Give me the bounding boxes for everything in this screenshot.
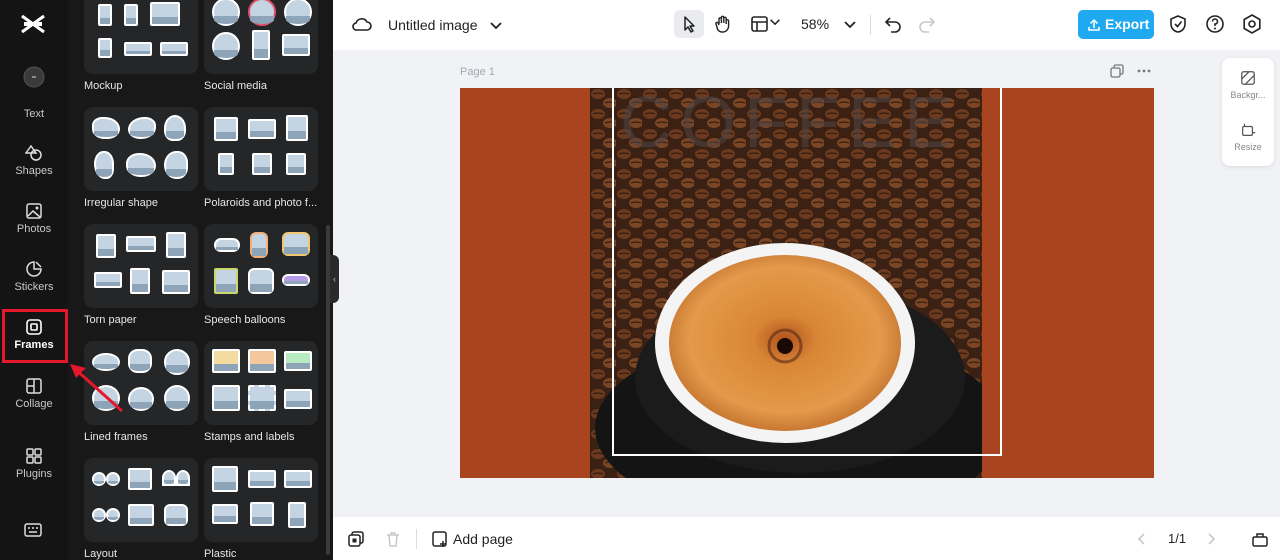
hand-tool-icon[interactable] — [712, 13, 734, 35]
category-torn-paper[interactable]: Torn paper — [84, 224, 198, 326]
frames-highlight-box — [2, 309, 68, 363]
text-icon — [23, 66, 45, 88]
rail-item-text[interactable]: Text — [0, 66, 68, 120]
annotation-arrow-icon — [70, 364, 124, 413]
rail-item-photos[interactable]: Photos — [0, 198, 68, 250]
category-thumb — [204, 0, 318, 74]
upload-icon — [1088, 18, 1100, 31]
background-icon — [1241, 71, 1255, 85]
page-label: Page 1 — [460, 66, 495, 78]
rail-item-plugins[interactable]: Plugins — [0, 443, 68, 495]
select-tool-button[interactable] — [674, 10, 704, 38]
fit-screen-icon[interactable] — [1251, 530, 1269, 548]
rail-label-shapes: Shapes — [15, 165, 53, 177]
rail-label-plugins: Plugins — [15, 468, 53, 480]
category-irregular-shape[interactable]: Irregular shape — [84, 107, 198, 209]
category-stamps-and-labels[interactable]: Stamps and labels — [204, 341, 318, 443]
document-title[interactable]: Untitled image — [388, 17, 478, 33]
delete-page-icon[interactable] — [384, 530, 402, 548]
pointer-icon — [684, 16, 695, 33]
category-thumb — [84, 458, 198, 542]
plugins-icon — [26, 448, 42, 464]
shield-icon[interactable] — [1167, 13, 1189, 35]
rail-label-photos: Photos — [16, 223, 52, 235]
app-logo-icon[interactable] — [19, 12, 47, 36]
previous-page-icon[interactable] — [1135, 532, 1149, 546]
export-label: Export — [1105, 16, 1150, 32]
layers-icon[interactable] — [347, 530, 365, 548]
category-social-media[interactable]: Social media — [204, 0, 318, 92]
duplicate-page-icon[interactable] — [1110, 64, 1124, 78]
category-thumb — [84, 107, 198, 191]
resize-icon — [1242, 123, 1256, 136]
left-rail: Text Shapes Photos Stickers Frames Colla… — [0, 0, 68, 560]
resize-tool[interactable]: Resize — [1222, 122, 1274, 152]
page-indicator: 1/1 — [1168, 531, 1187, 546]
category-label: Social media — [204, 80, 267, 92]
collage-icon — [26, 378, 42, 394]
canvas-artboard[interactable]: COFFEE — [460, 88, 1154, 478]
bottom-divider — [416, 529, 417, 549]
rail-item-collage[interactable]: Collage — [0, 373, 68, 425]
rail-item-stickers[interactable]: Stickers — [0, 256, 68, 308]
shapes-icon — [25, 144, 42, 161]
category-label: Layout — [84, 548, 118, 560]
category-label: Lined frames — [84, 431, 148, 443]
rail-label-text: Text — [23, 108, 45, 120]
zoom-chevron-down-icon[interactable] — [839, 13, 861, 35]
frames-panel: Mockup Social media Irregular shape Pola… — [68, 0, 333, 560]
rail-item-shapes[interactable]: Shapes — [0, 140, 68, 192]
next-page-icon[interactable] — [1204, 532, 1218, 546]
category-label: Plastic — [204, 548, 237, 560]
rail-label-stickers: Stickers — [14, 281, 54, 293]
undo-icon[interactable] — [882, 13, 904, 35]
category-polaroids[interactable]: Polaroids and photo f... — [204, 107, 318, 209]
category-thumb — [204, 224, 318, 308]
category-thumb — [204, 341, 318, 425]
category-plastic[interactable]: Plastic — [204, 458, 318, 560]
zoom-level[interactable]: 58% — [801, 16, 829, 32]
category-thumb — [204, 107, 318, 191]
bottom-bar: Add page 1/1 — [333, 517, 1280, 560]
settings-icon[interactable] — [1241, 13, 1263, 35]
layout-chevron-down-icon[interactable] — [767, 14, 783, 30]
category-thumb — [84, 0, 198, 74]
export-button[interactable]: Export — [1078, 10, 1154, 39]
add-page-icon — [432, 531, 447, 547]
add-page-label: Add page — [453, 531, 513, 547]
category-label: Irregular shape — [84, 197, 158, 209]
top-bar: Untitled image 58% Export — [333, 0, 1280, 50]
toolbar-divider — [870, 15, 871, 35]
category-label: Stamps and labels — [204, 431, 295, 443]
category-mockup[interactable]: Mockup — [84, 0, 198, 92]
chevron-down-icon[interactable] — [485, 14, 507, 36]
category-speech-balloons[interactable]: Speech balloons — [204, 224, 318, 326]
category-label: Polaroids and photo f... — [204, 197, 318, 209]
rail-label-collage: Collage — [15, 398, 53, 410]
cloud-sync-icon[interactable] — [351, 14, 373, 36]
redo-icon[interactable] — [916, 13, 938, 35]
category-label: Speech balloons — [204, 314, 286, 326]
category-label: Mockup — [84, 80, 123, 92]
side-tools-panel: Backgr... Resize — [1222, 58, 1274, 166]
photos-icon — [26, 203, 42, 219]
category-layout[interactable]: Layout — [84, 458, 198, 560]
category-thumb — [84, 224, 198, 308]
resize-label: Resize — [1234, 142, 1262, 152]
category-label: Torn paper — [84, 314, 137, 326]
panel-collapse-handle[interactable]: ‹ — [330, 255, 339, 303]
category-thumb — [204, 458, 318, 542]
help-icon[interactable] — [1204, 13, 1226, 35]
stickers-icon — [26, 261, 42, 277]
more-options-icon[interactable] — [1137, 64, 1151, 78]
white-frame-border[interactable] — [612, 88, 1002, 456]
background-tool[interactable]: Backgr... — [1222, 70, 1274, 100]
background-label: Backgr... — [1230, 90, 1266, 100]
keyboard-icon[interactable] — [24, 521, 42, 539]
